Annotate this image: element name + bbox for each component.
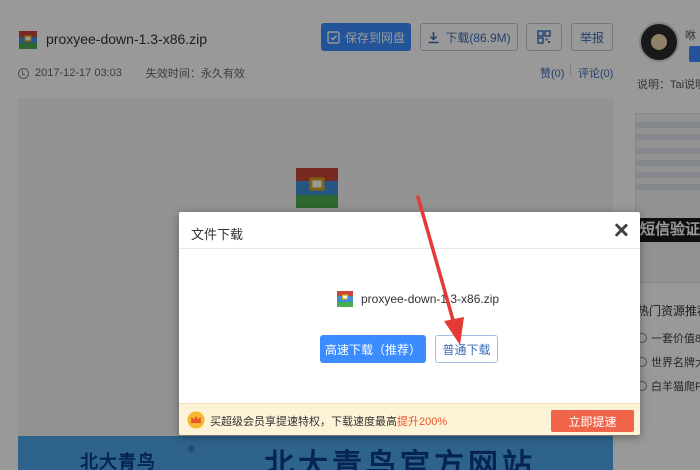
dialog-file-info: proxyee-down-1.3-x86.zip (337, 291, 499, 307)
speed-up-label: 立即提速 (568, 414, 617, 429)
file-download-dialog: 文件下载 proxyee-down-1.3-x86.zip 高速下载（推荐） 普… (179, 212, 640, 435)
promo-text: 买超级会员享提速特权，下载速度最高提升200% (210, 413, 447, 429)
promo-main: 买超级会员享提速特权，下载速度最高 (210, 416, 397, 428)
dialog-header: 文件下载 (179, 212, 640, 249)
dialog-title: 文件下载 (191, 227, 244, 242)
normal-download-label: 普通下载 (442, 342, 491, 357)
vip-promo-bar: 买超级会员享提速特权，下载速度最高提升200% 立即提速 (179, 403, 640, 435)
fast-download-label: 高速下载（推荐） (324, 342, 421, 357)
speed-up-button[interactable]: 立即提速 (551, 410, 634, 432)
normal-download-button[interactable]: 普通下载 (435, 335, 498, 363)
promo-highlight: 提升200% (397, 416, 448, 428)
archive-icon (337, 291, 353, 307)
close-icon[interactable] (613, 222, 629, 238)
vip-crown-icon (187, 411, 205, 429)
dialog-filename: proxyee-down-1.3-x86.zip (361, 292, 500, 306)
fast-download-button[interactable]: 高速下载（推荐） (320, 335, 426, 363)
